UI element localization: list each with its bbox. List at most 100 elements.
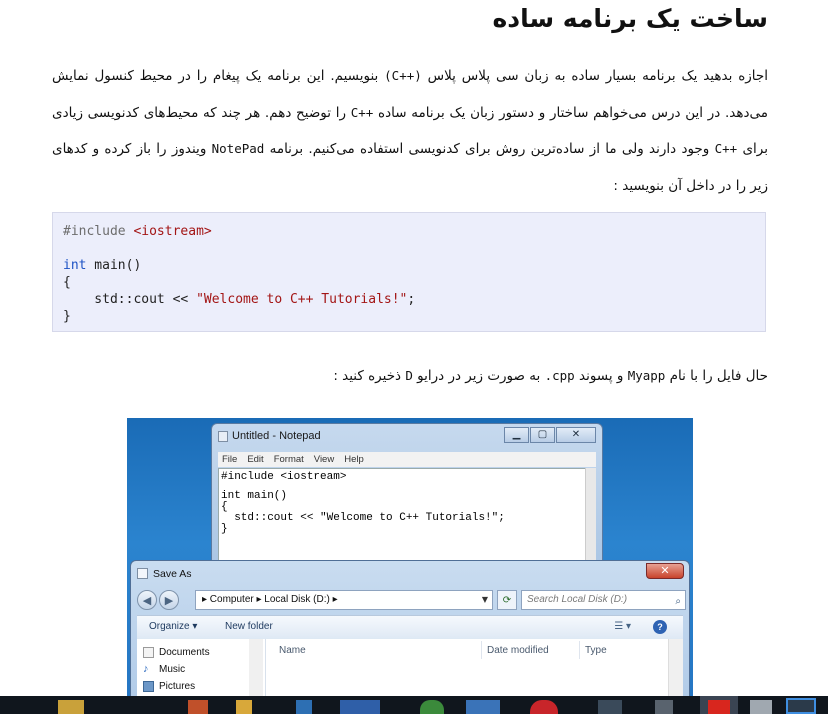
code-token: ; xyxy=(407,292,416,307)
inline-code: C++ xyxy=(350,104,374,120)
taskbar-app-icon[interactable] xyxy=(750,700,772,714)
navigation-pane: Documents ♪ Music Pictures xyxy=(137,639,266,696)
inline-code: .cpp xyxy=(544,368,575,383)
para-text: و پسوند xyxy=(574,368,628,384)
column-divider xyxy=(481,641,482,659)
column-date-modified[interactable]: Date modified xyxy=(487,645,549,656)
minimize-icon[interactable]: ▁ xyxy=(504,427,529,443)
taskbar-app-icon[interactable] xyxy=(188,700,208,714)
notepad-menubar: File Edit Format View Help xyxy=(218,452,596,467)
code-line: int main() xyxy=(63,257,755,274)
search-placeholder: Search Local Disk (D:) xyxy=(527,594,628,605)
taskbar-app-icon[interactable] xyxy=(296,700,312,714)
documents-icon xyxy=(143,647,154,658)
search-icon: ⌕ xyxy=(675,596,681,607)
column-headers: Name Date modified Type xyxy=(277,639,667,661)
notepad-scrollbar[interactable] xyxy=(585,468,596,572)
code-line: std::cout << "Welcome to C++ Tutorials!"… xyxy=(63,291,755,308)
maximize-icon[interactable]: ▢ xyxy=(530,427,555,443)
inline-code: (C++) xyxy=(384,68,422,83)
para-text: ذخیره کنید : xyxy=(333,368,406,384)
notepad-icon xyxy=(218,431,228,442)
para-text: اجازه بدهید یک برنامه بسیار ساده به زبان… xyxy=(421,68,768,84)
code-line: } xyxy=(63,309,71,324)
taskbar-app-icon[interactable] xyxy=(786,698,816,714)
notepad-line: int main() xyxy=(221,490,288,502)
menu-format[interactable]: Format xyxy=(274,452,304,467)
dialog-title: Save As xyxy=(153,568,192,580)
code-line: #include <iostream> xyxy=(63,223,755,240)
taskbar-app-icon[interactable] xyxy=(420,700,444,714)
para-text: به صورت زیر در درایو xyxy=(412,368,545,384)
window-controls: ▁ ▢ ✕ xyxy=(503,427,596,443)
sidebar-label: Documents xyxy=(159,647,210,658)
inline-code: Myapp xyxy=(627,368,666,383)
sidebar-item-pictures[interactable]: Pictures xyxy=(143,681,196,692)
search-input[interactable]: Search Local Disk (D:) ⌕ xyxy=(521,590,686,610)
menu-file[interactable]: File xyxy=(222,452,237,467)
help-icon[interactable]: ? xyxy=(653,620,667,634)
code-token: std::cout << xyxy=(63,292,197,307)
save-icon xyxy=(137,568,148,579)
forward-icon[interactable]: ▶ xyxy=(159,590,179,610)
sidebar-label: Pictures xyxy=(159,681,196,692)
menu-help[interactable]: Help xyxy=(344,452,364,467)
taskbar-app-icon[interactable] xyxy=(598,700,622,714)
file-browser: Documents ♪ Music Pictures Name Date modi… xyxy=(137,639,683,696)
save-instruction: حال فایل را با نام Myapp و پسوند .cpp به… xyxy=(333,368,768,384)
taskbar-app-icon[interactable] xyxy=(708,700,730,714)
code-token: "Welcome to C++ Tutorials!" xyxy=(196,292,408,307)
taskbar-app-icon[interactable] xyxy=(58,700,84,714)
view-options-icon[interactable]: ☰ ▾ xyxy=(614,621,631,632)
sidebar-item-documents[interactable]: Documents xyxy=(143,647,210,658)
taskbar-app-icon[interactable] xyxy=(236,700,252,714)
inline-code: D xyxy=(405,368,413,383)
taskbar-app-icon[interactable] xyxy=(655,700,673,714)
para-text: وجود دارند ولی ما از ساده‌ترین روش برای … xyxy=(264,141,715,157)
menu-view[interactable]: View xyxy=(314,452,334,467)
column-type[interactable]: Type xyxy=(585,645,607,656)
close-icon[interactable]: ✕ xyxy=(556,427,596,443)
pictures-icon xyxy=(143,681,154,692)
intro-paragraph: اجازه بدهید یک برنامه بسیار ساده به زبان… xyxy=(52,58,768,204)
column-name[interactable]: Name xyxy=(279,645,306,656)
sidebar-item-music[interactable]: ♪ Music xyxy=(143,664,186,676)
address-bar[interactable]: ▸ Computer ▸ Local Disk (D:) ▸ xyxy=(195,590,493,610)
menu-edit[interactable]: Edit xyxy=(247,452,263,467)
notepad-line: std::cout << "Welcome to C++ Tutorials!"… xyxy=(221,512,505,524)
navigation-bar: ◀ ▶ ▸ Computer ▸ Local Disk (D:) ▸ ▼ ⟳ S… xyxy=(137,589,686,611)
refresh-icon[interactable]: ⟳ xyxy=(497,590,517,610)
code-token: main() xyxy=(86,258,142,273)
inline-code: NotePad xyxy=(211,141,265,156)
notepad-title: Untitled - Notepad xyxy=(232,430,321,442)
para-text: حال فایل را با نام xyxy=(665,368,768,384)
save-as-dialog: Save As ✕ ◀ ▶ ▸ Computer ▸ Local Disk (D… xyxy=(130,560,690,696)
dialog-toolbar: Organize ▾ New folder ☰ ▾ ? xyxy=(137,615,683,640)
chevron-down-icon[interactable]: ▼ xyxy=(477,590,493,610)
notepad-window: Untitled - Notepad ▁ ▢ ✕ File Edit Forma… xyxy=(211,423,603,573)
music-icon: ♪ xyxy=(143,663,149,675)
organize-button[interactable]: Organize ▾ xyxy=(149,621,197,632)
page-title: ساخت یک برنامه ساده xyxy=(492,4,768,33)
embedded-screenshot: Untitled - Notepad ▁ ▢ ✕ File Edit Forma… xyxy=(127,418,693,696)
close-icon[interactable]: ✕ xyxy=(646,563,684,579)
back-icon[interactable]: ◀ xyxy=(137,590,157,610)
new-folder-button[interactable]: New folder xyxy=(225,621,273,632)
code-token: <iostream> xyxy=(133,224,212,239)
code-line: { xyxy=(63,275,71,290)
article: ساخت یک برنامه ساده اجازه بدهید یک برنام… xyxy=(0,0,828,714)
taskbar-app-icon[interactable] xyxy=(530,700,558,714)
file-list-scrollbar[interactable] xyxy=(668,639,683,696)
code-block[interactable]: #include <iostream> int main() { std::co… xyxy=(52,212,766,332)
code-token: #include xyxy=(63,224,134,239)
notepad-text-area[interactable]: #include <iostream> int main() { std::co… xyxy=(218,468,586,572)
sidebar-label: Music xyxy=(159,664,186,675)
notepad-line: } xyxy=(221,523,228,535)
taskbar-app-icon[interactable] xyxy=(466,700,500,714)
taskbar-app-icon[interactable] xyxy=(340,700,380,714)
inline-code: C++ xyxy=(714,141,738,156)
taskbar xyxy=(0,696,828,714)
column-divider xyxy=(579,641,580,659)
sidebar-scrollbar[interactable] xyxy=(249,639,263,696)
